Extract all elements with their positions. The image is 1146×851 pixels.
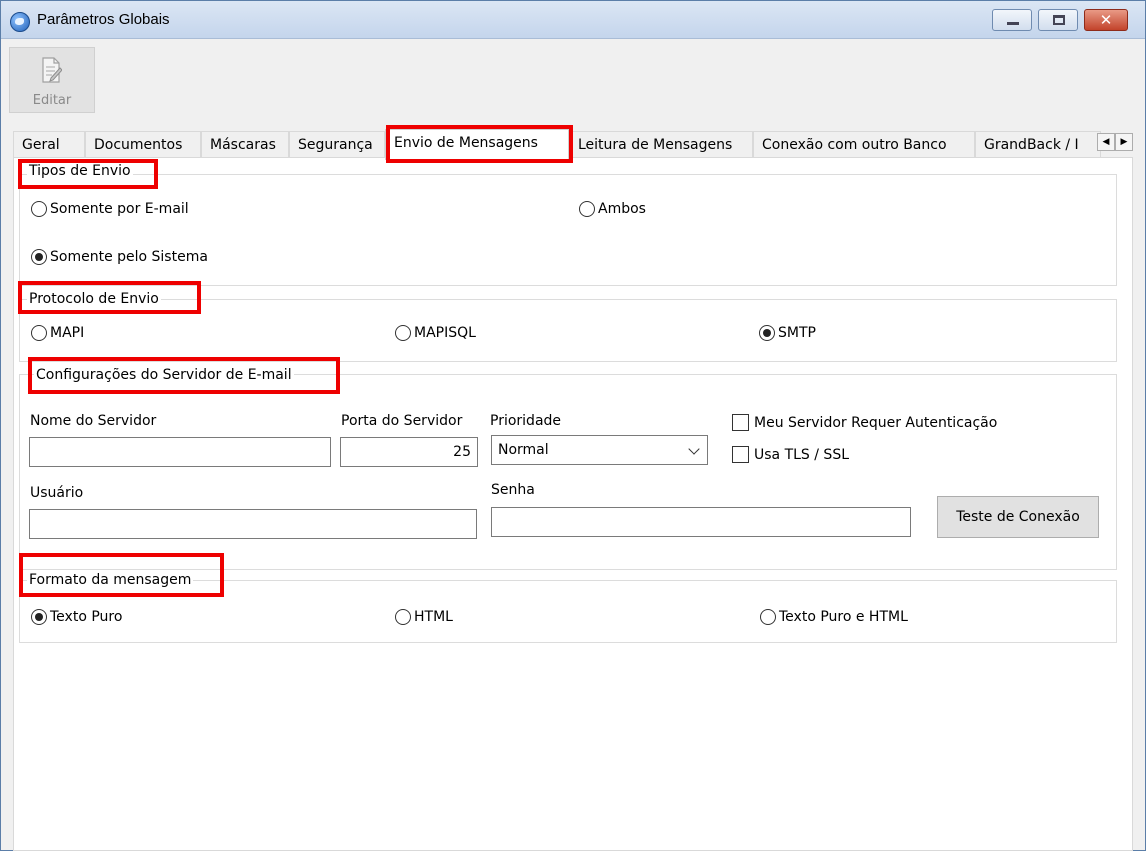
close-icon: ✕ [1099,11,1113,29]
radio-mapisql-label: MAPISQL [414,325,476,341]
radio-smtp-label: SMTP [778,325,816,341]
user-input[interactable] [29,509,477,539]
password-label: Senha [491,482,535,498]
radio-ambos-label: Ambos [598,201,646,217]
edit-button[interactable]: Editar [9,47,95,113]
priority-select[interactable]: Normal [491,435,708,465]
tab-conexao-outro-banco[interactable]: Conexão com outro Banco [753,131,975,159]
maximize-icon [1053,15,1065,25]
radio-mapi-label: MAPI [50,325,85,341]
checkbox-usa-tls-ssl-label: Usa TLS / SSL [754,447,849,463]
tab-mascaras[interactable]: Máscaras [201,131,289,159]
radio-indicator-selected [31,609,47,625]
radio-texto-puro-e-html-label: Texto Puro e HTML [779,609,908,625]
edit-button-label: Editar [32,93,72,108]
radio-indicator [31,201,47,217]
server-name-input[interactable] [29,437,331,467]
checkbox-box [732,446,749,463]
title-bar[interactable]: Parâmetros Globais ✕ [1,1,1145,39]
tab-strip: Geral Documentos Máscaras Segurança Envi… [13,129,1133,160]
priority-label: Prioridade [490,413,562,429]
minimize-icon [1007,22,1019,25]
minimize-button[interactable] [992,9,1032,31]
protocolo-de-envio-legend: Protocolo de Envio [27,291,161,307]
radio-indicator [760,609,776,625]
toolbar: Editar [1,39,1145,121]
window-title: Parâmetros Globais [37,11,170,28]
user-label: Usuário [30,485,84,501]
radio-indicator [395,325,411,341]
tab-envio-de-mensagens[interactable]: Envio de Mensagens [385,129,569,160]
tab-grandback[interactable]: GrandBack / I [975,131,1101,159]
tab-scroll-right-button[interactable]: ▶ [1115,133,1133,151]
tab-panel-envio-de-mensagens: Tipos de Envio Somente por E-mail Ambos … [13,157,1133,851]
tab-scroll-left-button[interactable]: ◀ [1097,133,1115,151]
server-name-label: Nome do Servidor [30,413,157,429]
tipos-de-envio-legend: Tipos de Envio [27,163,133,179]
group-tipos-de-envio [19,174,1117,286]
group-configuracoes-servidor [19,374,1117,570]
edit-document-icon [42,57,62,83]
group-protocolo-de-envio [19,299,1117,362]
chevron-down-icon [688,443,700,455]
maximize-button[interactable] [1038,9,1078,31]
radio-indicator [579,201,595,217]
tab-geral[interactable]: Geral [13,131,85,159]
close-button[interactable]: ✕ [1084,9,1128,31]
server-port-label: Porta do Servidor [341,413,463,429]
group-formato-mensagem [19,580,1117,643]
radio-html-label: HTML [414,609,453,625]
radio-indicator-selected [759,325,775,341]
checkbox-box [732,414,749,431]
priority-select-value: Normal [498,442,549,458]
tab-seguranca[interactable]: Segurança [289,131,385,159]
configuracoes-servidor-legend: Configurações do Servidor de E-mail [34,367,294,383]
globe-icon [10,12,30,32]
radio-indicator-selected [31,249,47,265]
radio-somente-sistema-label: Somente pelo Sistema [50,249,208,265]
checkbox-requer-autenticacao-label: Meu Servidor Requer Autenticação [754,415,998,431]
tab-documentos[interactable]: Documentos [85,131,201,159]
radio-somente-email-label: Somente por E-mail [50,201,189,217]
formato-mensagem-legend: Formato da mensagem [27,572,194,588]
test-connection-button[interactable]: Teste de Conexão [937,496,1099,538]
radio-texto-puro-label: Texto Puro [50,609,123,625]
radio-indicator [395,609,411,625]
tab-leitura-de-mensagens[interactable]: Leitura de Mensagens [569,131,753,159]
radio-indicator [31,325,47,341]
server-port-input[interactable]: 25 [340,437,478,467]
parametros-globais-window: Parâmetros Globais ✕ Editar Geral Docume… [0,0,1146,851]
password-input[interactable] [491,507,911,537]
